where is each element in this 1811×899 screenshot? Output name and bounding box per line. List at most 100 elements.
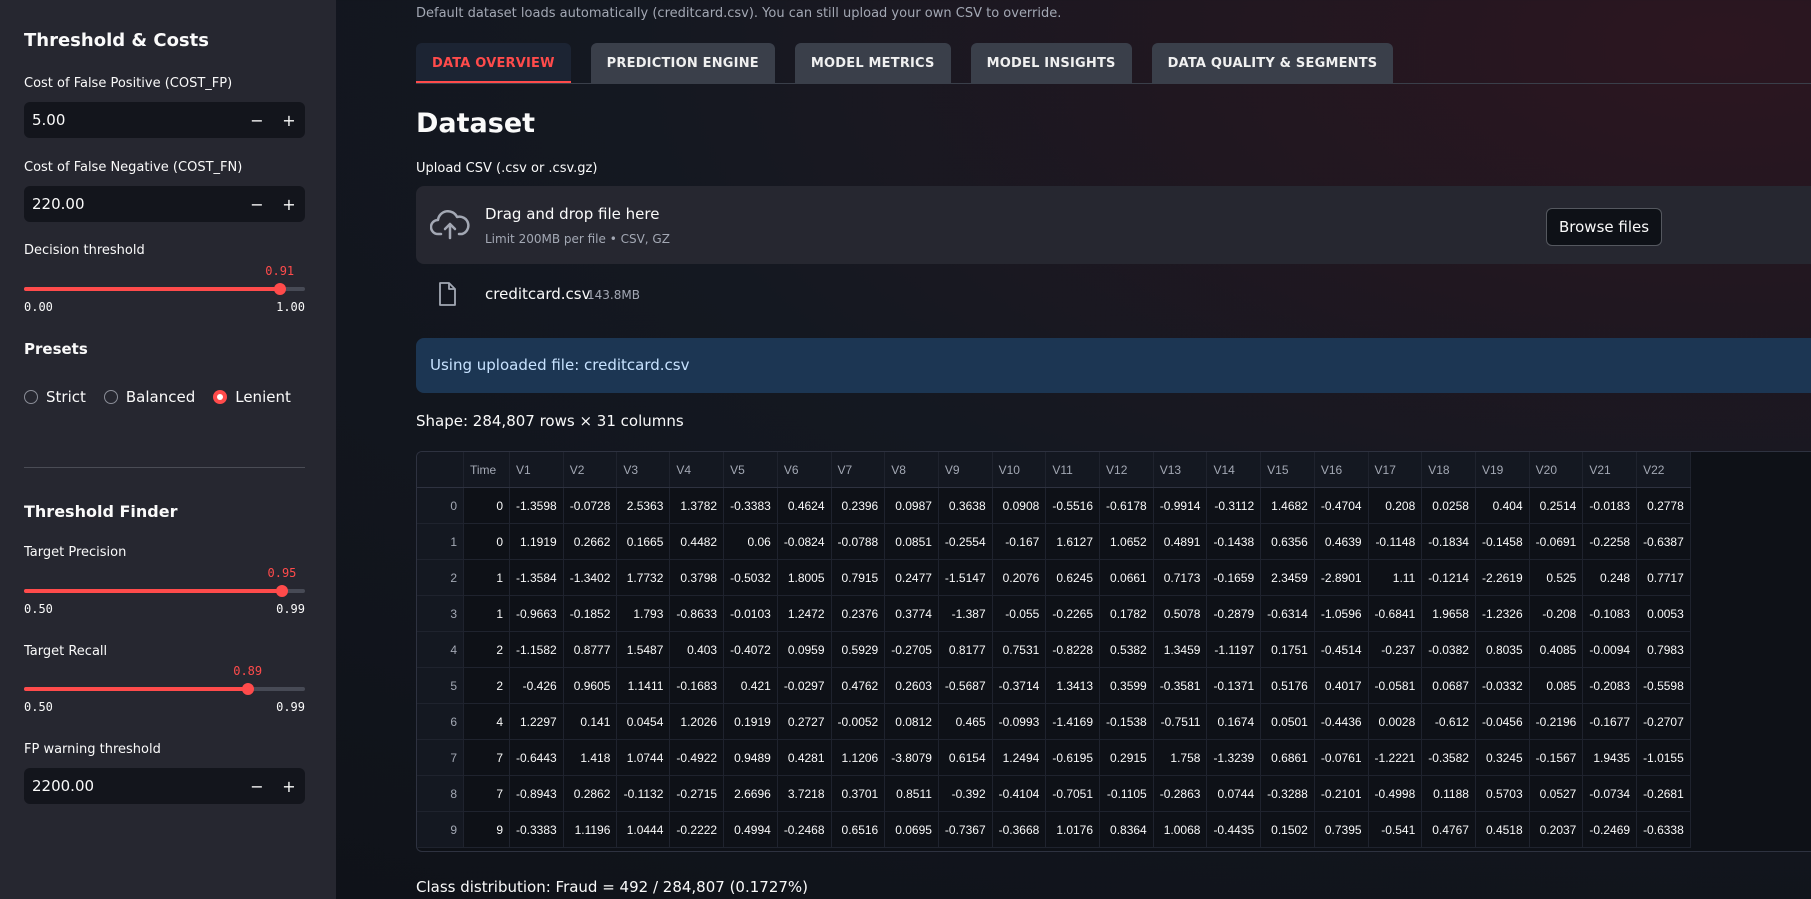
table-cell: -0.2681: [1636, 775, 1691, 812]
decision-threshold-label: Decision threshold: [24, 243, 145, 258]
slider-thumb[interactable]: [273, 283, 286, 295]
table-cell: -0.5598: [1636, 667, 1691, 704]
index-header[interactable]: [417, 452, 464, 488]
presets-radio-group: Strict Balanced Lenient: [24, 388, 291, 406]
table-cell: -0.0728: [563, 487, 618, 524]
table-cell: 0.4762: [831, 667, 886, 704]
main-content: Default dataset loads automatically (cre…: [336, 0, 1811, 899]
tab-data-overview[interactable]: DATA OVERVIEW: [416, 43, 571, 83]
column-header[interactable]: V18: [1421, 452, 1476, 488]
cloud-upload-icon: [430, 210, 470, 240]
table-cell: -0.9914: [1153, 487, 1208, 524]
column-header[interactable]: V12: [1099, 452, 1154, 488]
table-cell: -0.3112: [1206, 487, 1262, 524]
column-header[interactable]: V14: [1206, 452, 1262, 488]
browse-files-button[interactable]: Browse files: [1546, 208, 1663, 246]
table-cell: 0.2076: [992, 559, 1047, 596]
table-header-row: Time V1 V2 V3 V4 V5 V6 V7 V8 V9 V10 V11 V12 V13 V14 V15…: [417, 452, 1691, 488]
column-header[interactable]: V13: [1153, 452, 1208, 488]
preset-balanced[interactable]: Balanced: [103, 388, 195, 406]
table-cell: -0.0183: [1582, 487, 1638, 524]
column-header[interactable]: V9: [938, 452, 993, 488]
table-cell: -0.2222: [669, 811, 725, 848]
table-cell: -0.4435: [1206, 811, 1262, 848]
table-cell: -0.2258: [1582, 523, 1638, 560]
table-cell: 0.4085: [1529, 631, 1584, 668]
column-header[interactable]: V8: [884, 452, 939, 488]
column-header[interactable]: V4: [669, 452, 725, 488]
cost-fp-increment-button[interactable]: +: [273, 111, 305, 130]
table-cell: 0.2376: [831, 595, 886, 632]
table-cell: -0.7051: [1045, 775, 1101, 812]
table-cell: 1.2026: [669, 703, 725, 740]
column-header[interactable]: V3: [616, 452, 671, 488]
fp-warning-value[interactable]: 2200.00: [24, 777, 241, 795]
table-cell: 0.4017: [1314, 667, 1369, 704]
column-header[interactable]: V7: [831, 452, 886, 488]
decision-threshold-slider[interactable]: 0.91 0.00 1.00: [24, 264, 305, 314]
table-row: 7 7 -0.6443 1.418 1.0744 -0.4922 0.9489 0.4281 1…: [417, 739, 1691, 776]
column-header[interactable]: V11: [1045, 452, 1101, 488]
tab-prediction-engine[interactable]: PREDICTION ENGINE: [590, 43, 775, 83]
table-cell: 1.758: [1153, 739, 1208, 776]
table-cell: 7: [463, 739, 510, 776]
tab-model-insights[interactable]: MODEL INSIGHTS: [970, 43, 1132, 83]
table-cell: 0.085: [1529, 667, 1584, 704]
sidebar: Threshold & Costs Cost of False Positive…: [0, 0, 336, 899]
slider-thumb[interactable]: [275, 585, 288, 597]
fp-warning-increment-button[interactable]: +: [273, 777, 305, 796]
table-cell: -2.8901: [1314, 559, 1369, 596]
cost-fn-label: Cost of False Negative (COST_FN): [24, 160, 243, 175]
column-header[interactable]: V21: [1582, 452, 1638, 488]
preset-lenient[interactable]: Lenient: [213, 388, 291, 406]
table-cell: -0.055: [992, 595, 1047, 632]
column-header[interactable]: Time: [463, 452, 510, 488]
sidebar-divider: [24, 467, 305, 468]
file-dropzone[interactable]: Drag and drop file here Limit 200MB per …: [416, 186, 1811, 264]
column-header[interactable]: V19: [1475, 452, 1530, 488]
cost-fp-input[interactable]: 5.00 − +: [24, 102, 305, 138]
preset-strict[interactable]: Strict: [24, 388, 86, 406]
column-header[interactable]: V20: [1529, 452, 1584, 488]
cost-fn-decrement-button[interactable]: −: [241, 195, 273, 214]
table-cell: -0.8228: [1045, 631, 1101, 668]
radio-icon: [24, 390, 38, 404]
target-recall-slider[interactable]: 0.89 0.50 0.99: [24, 664, 305, 714]
table-cell: 0.421: [723, 667, 778, 704]
table-cell: 2.5363: [616, 487, 671, 524]
table-cell: 0.4281: [777, 739, 832, 776]
data-table[interactable]: Time V1 V2 V3 V4 V5 V6 V7 V8 V9 V10 V11 V12 V13 V14 V15…: [416, 451, 1811, 852]
cost-fn-value[interactable]: 220.00: [24, 195, 241, 213]
table-cell: -0.1834: [1421, 523, 1476, 560]
cost-fn-input[interactable]: 220.00 − +: [24, 186, 305, 222]
tab-data-quality-segments[interactable]: DATA QUALITY & SEGMENTS: [1151, 43, 1394, 83]
table-cell: 0.2603: [884, 667, 939, 704]
table-cell: 0.404: [1475, 487, 1530, 524]
table-cell: 0.248: [1582, 559, 1638, 596]
table-cell: 1.2472: [777, 595, 832, 632]
column-header[interactable]: V6: [777, 452, 832, 488]
column-header[interactable]: V10: [992, 452, 1047, 488]
row-index: 8: [417, 775, 464, 812]
tab-model-metrics[interactable]: MODEL METRICS: [794, 43, 951, 83]
column-header[interactable]: V5: [723, 452, 778, 488]
table-cell: -0.0094: [1582, 631, 1638, 668]
table-cell: 1.1411: [616, 667, 671, 704]
column-header[interactable]: V2: [563, 452, 618, 488]
table-cell: 1.6127: [1045, 523, 1101, 560]
cost-fn-increment-button[interactable]: +: [273, 195, 305, 214]
cost-fp-decrement-button[interactable]: −: [241, 111, 273, 130]
target-precision-slider[interactable]: 0.95 0.50 0.99: [24, 566, 305, 616]
slider-thumb[interactable]: [241, 683, 254, 695]
column-header[interactable]: V22: [1636, 452, 1691, 488]
fp-warning-input[interactable]: 2200.00 − +: [24, 768, 305, 804]
cost-fp-value[interactable]: 5.00: [24, 111, 241, 129]
table-cell: -0.1677: [1582, 703, 1638, 740]
column-header[interactable]: V15: [1260, 452, 1315, 488]
table-cell: 1.0068: [1153, 811, 1208, 848]
column-header[interactable]: V1: [509, 452, 564, 488]
column-header[interactable]: V17: [1368, 452, 1423, 488]
column-header[interactable]: V16: [1314, 452, 1369, 488]
table-row: 5 2 -0.426 0.9605 1.1411 -0.1683 0.421 -0.0297 0…: [417, 667, 1691, 704]
fp-warning-decrement-button[interactable]: −: [241, 777, 273, 796]
